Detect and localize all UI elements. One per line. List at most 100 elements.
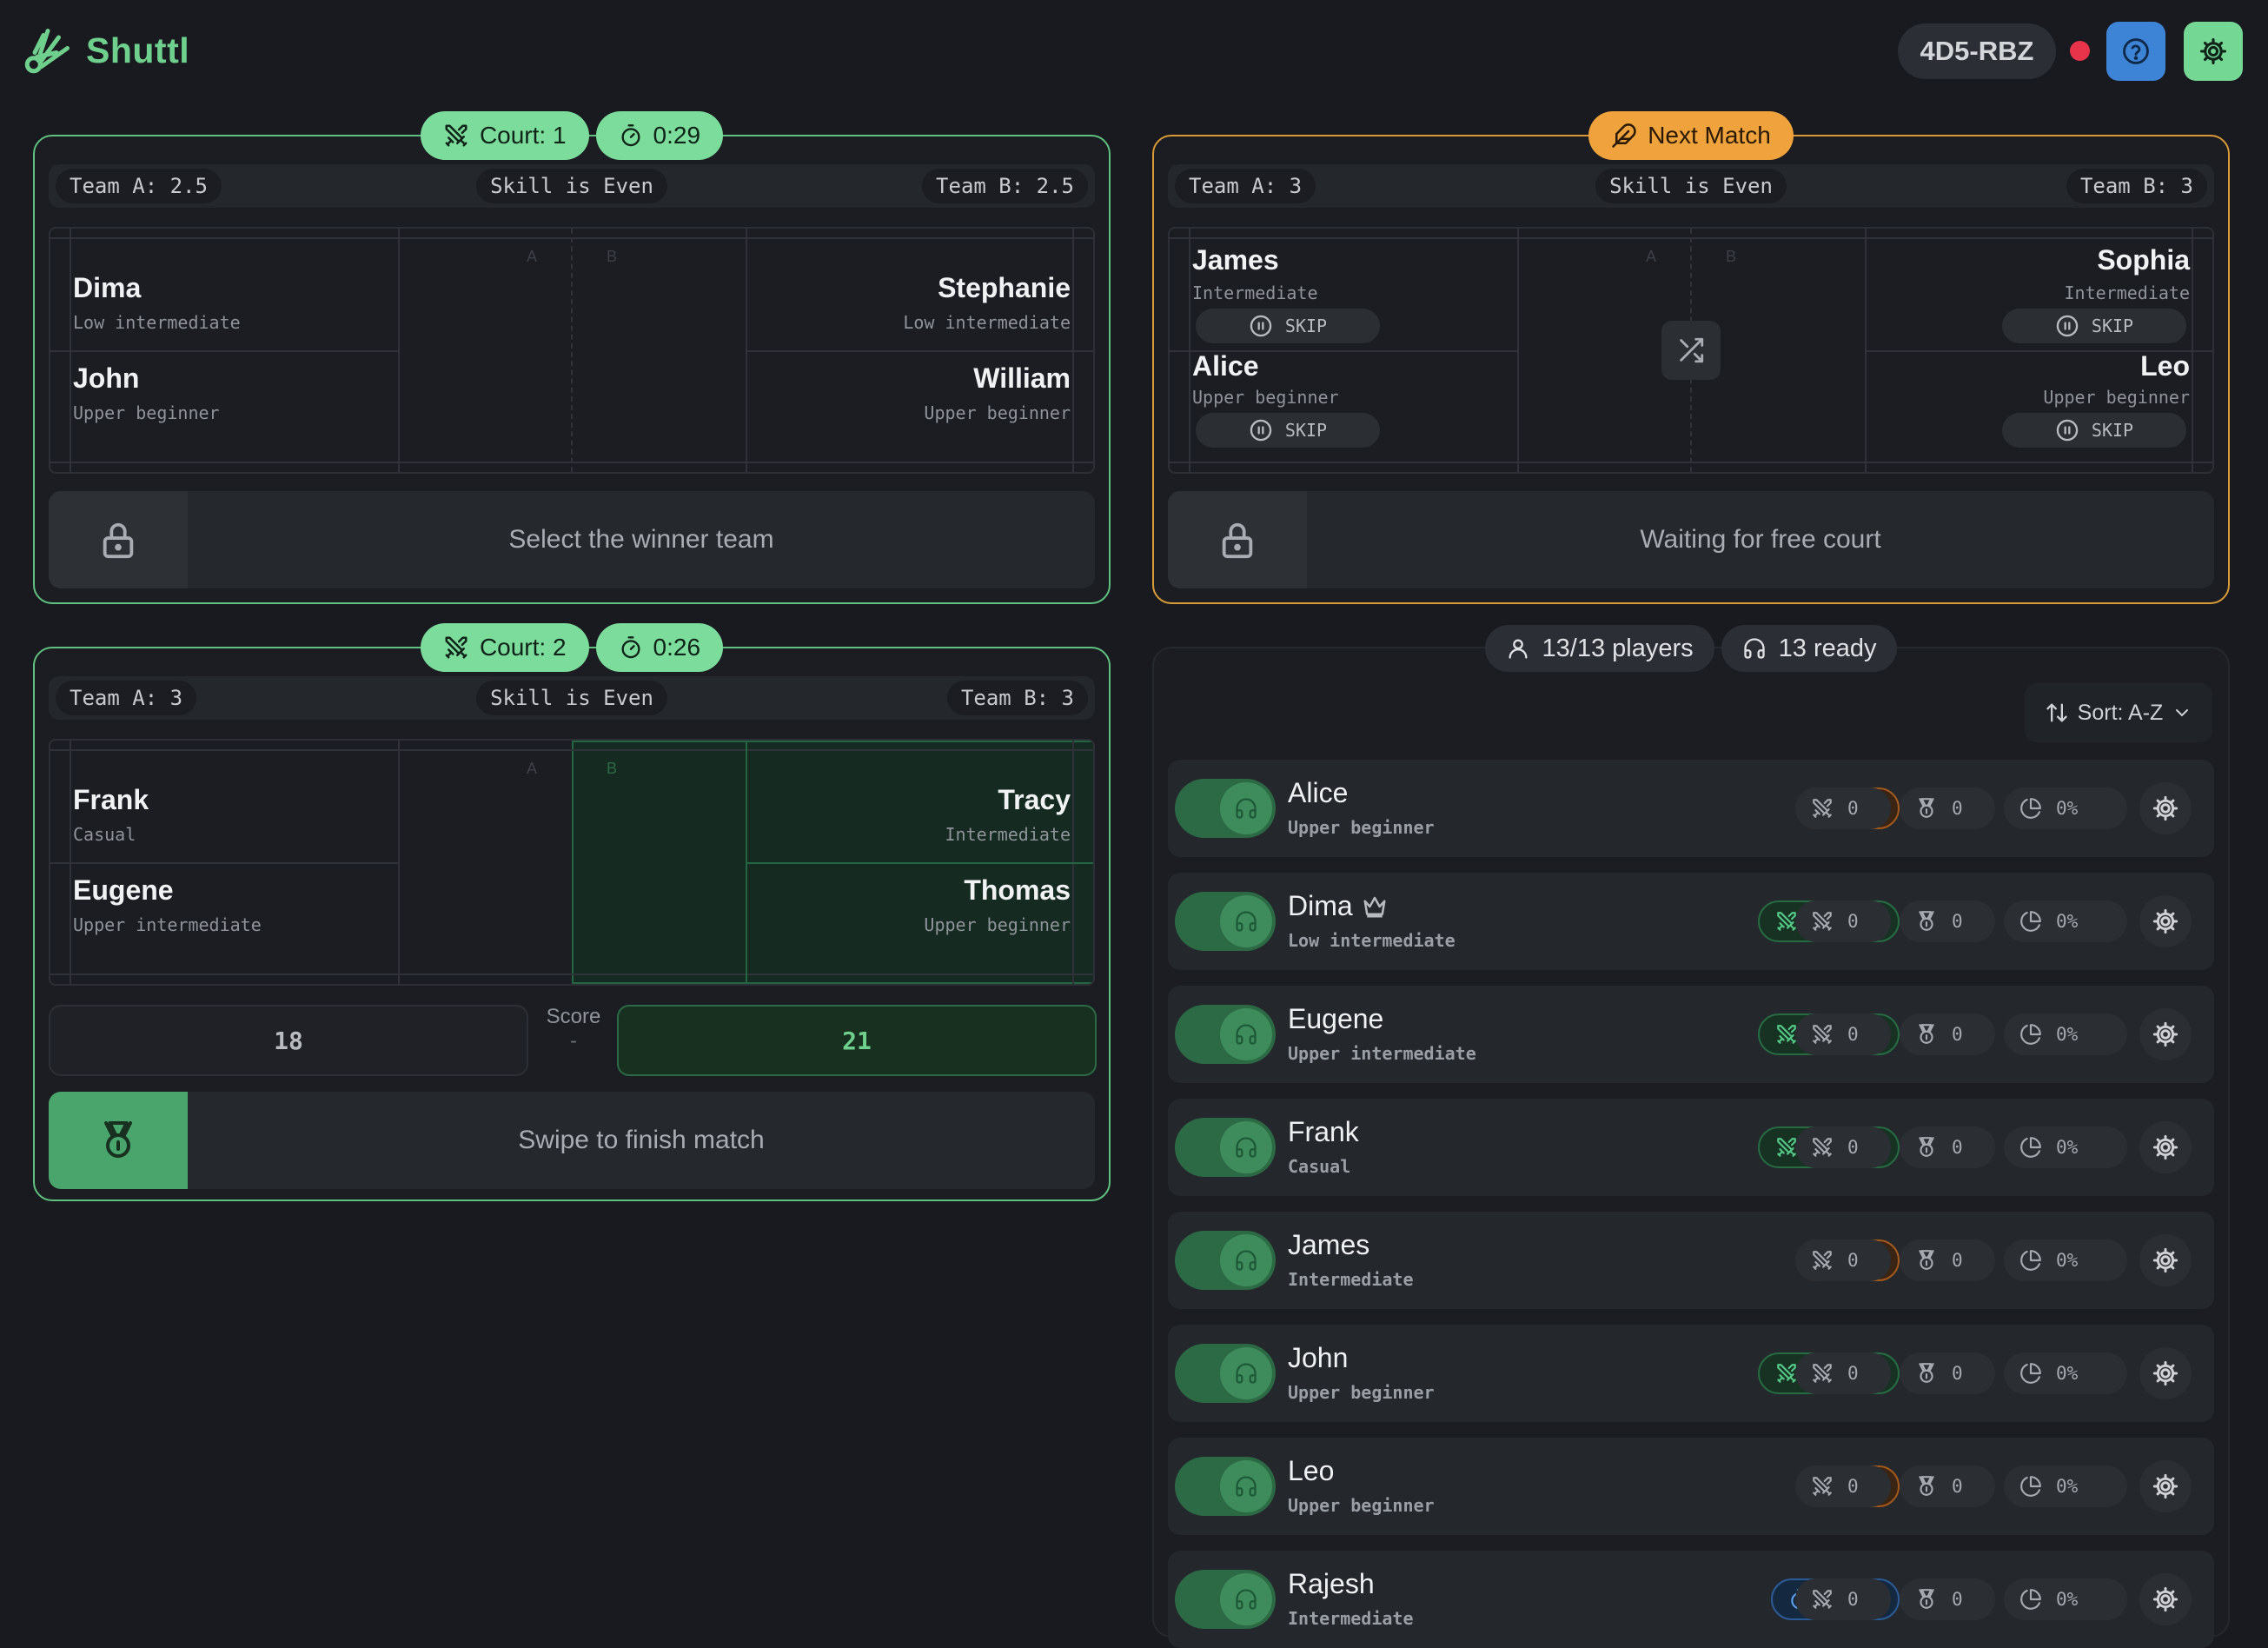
player-name: John — [1288, 1342, 1349, 1373]
pie-chart-icon — [2019, 1023, 2042, 1046]
player-name: Thomas — [964, 874, 1071, 906]
skip-button[interactable]: SKIP — [1196, 309, 1380, 343]
skip-button[interactable]: SKIP — [2002, 413, 2186, 448]
player-level: Low intermediate — [903, 312, 1071, 333]
ready-toggle[interactable] — [1175, 892, 1276, 951]
player-settings-button[interactable] — [2139, 1234, 2192, 1286]
side-a-label: A — [527, 248, 538, 265]
player-name: Dima — [1288, 890, 1353, 921]
skip-button[interactable]: SKIP — [1196, 413, 1380, 448]
toggle-knob — [1220, 1008, 1272, 1060]
action-label: Select the winner team — [508, 525, 774, 554]
win-rate-stat: 0% — [2004, 787, 2127, 829]
matches-stat: 0 — [1795, 1126, 1891, 1168]
ready-count-badge: 13 ready — [1721, 625, 1898, 672]
team-b-rating: Team B: 2.5 — [922, 169, 1088, 203]
player-name-group: Alice — [1288, 777, 1348, 809]
help-button[interactable] — [2106, 22, 2165, 81]
finish-match-bar[interactable]: Swipe to finish match — [49, 1092, 1095, 1189]
ready-toggle[interactable] — [1175, 1005, 1276, 1064]
shuffle-button[interactable] — [1661, 321, 1721, 380]
pie-chart-icon — [2019, 1588, 2042, 1611]
ready-toggle[interactable] — [1175, 1457, 1276, 1516]
player-settings-button[interactable] — [2139, 1460, 2192, 1512]
player-level: Upper beginner — [1288, 1495, 1435, 1516]
skill-balance: Skill is Even — [476, 681, 667, 715]
crossed-rackets-icon — [1811, 910, 1834, 933]
pie-chart-icon — [2019, 1136, 2042, 1159]
player-name-group: Frank — [1288, 1116, 1359, 1148]
toggle-knob — [1220, 895, 1272, 947]
player-level: Casual — [1288, 1156, 1351, 1177]
player-settings-button[interactable] — [2139, 782, 2192, 834]
action-label: Swipe to finish match — [518, 1126, 765, 1154]
crossed-rackets-icon — [1811, 1136, 1834, 1159]
app-name: Shuttl — [86, 30, 190, 70]
court-1-team-bar: Team A: 2.5 Skill is Even Team B: 2.5 — [49, 164, 1095, 208]
matches-stat: 0 — [1795, 1465, 1891, 1507]
player-name-group: Dima — [1288, 890, 1388, 922]
sort-dropdown[interactable]: Sort: A-Z — [2025, 683, 2212, 742]
player-name: Alice — [1192, 350, 1259, 382]
player-name-group: Leo — [1288, 1455, 1334, 1487]
pie-chart-icon — [2019, 910, 2042, 933]
headphones-icon — [1742, 636, 1767, 661]
wins-stat: 0 — [1900, 1239, 1995, 1281]
team-a-score-input[interactable]: 18 — [49, 1005, 528, 1076]
side-b-label: B — [1726, 248, 1737, 265]
toggle-knob — [1220, 1347, 1272, 1399]
win-rate-stat: 0% — [2004, 1352, 2127, 1394]
skip-button[interactable]: SKIP — [2002, 309, 2186, 343]
lock-slider[interactable] — [1168, 491, 1307, 588]
finish-slider-handle[interactable] — [49, 1092, 188, 1189]
player-level: Upper intermediate — [1288, 1043, 1476, 1064]
player-settings-button[interactable] — [2139, 1008, 2192, 1060]
session-code[interactable]: 4D5-RBZ — [1898, 23, 2056, 79]
matches-stat: 0 — [1795, 1013, 1891, 1055]
player-name: Stephanie — [938, 272, 1071, 303]
player-name: Rajesh — [1288, 1568, 1375, 1599]
lock-icon — [1217, 520, 1257, 560]
pause-icon — [2055, 418, 2079, 442]
player-settings-button[interactable] — [2139, 1121, 2192, 1173]
player-settings-button[interactable] — [2139, 1573, 2192, 1625]
pie-chart-icon — [2019, 797, 2042, 820]
ready-toggle[interactable] — [1175, 1231, 1276, 1290]
medal-icon — [1915, 910, 1938, 933]
ready-toggle[interactable] — [1175, 779, 1276, 838]
player-settings-button[interactable] — [2139, 1347, 2192, 1399]
select-winner-bar[interactable]: Select the winner team — [49, 491, 1095, 588]
shuffle-icon — [1676, 336, 1706, 365]
win-rate-stat: 0% — [2004, 900, 2127, 942]
chevron-down-icon — [2172, 702, 2192, 723]
player-settings-button[interactable] — [2139, 895, 2192, 947]
next-match-team-bar: Team A: 3 Skill is Even Team B: 3 — [1168, 164, 2214, 208]
ready-toggle[interactable] — [1175, 1344, 1276, 1403]
player-level: Upper beginner — [1288, 1382, 1435, 1403]
player-name: James — [1192, 244, 1279, 276]
matches-stat: 0 — [1795, 1239, 1891, 1281]
lock-slider[interactable] — [49, 491, 188, 588]
team-b-score-input[interactable]: 21 — [617, 1005, 1097, 1076]
court-2-team-bar: Team A: 3 Skill is Even Team B: 3 — [49, 676, 1095, 720]
player-row: John Upper beginner in match 0 0 0% — [1168, 1325, 2214, 1422]
feather-icon — [1611, 123, 1637, 149]
player-row: Frank Casual in match 0 0 0% — [1168, 1099, 2214, 1196]
court-2-card: Court: 2 0:26 Team A: 3 Skill is Even Te… — [33, 623, 1111, 1201]
medal-icon — [1915, 1249, 1938, 1272]
user-icon — [1506, 636, 1530, 661]
settings-button[interactable] — [2184, 22, 2243, 81]
score-separator: - — [570, 1029, 577, 1053]
player-level: Intermediate — [1288, 1608, 1414, 1629]
ready-toggle[interactable] — [1175, 1118, 1276, 1177]
player-level: Upper beginner — [1288, 817, 1435, 838]
side-b-label: B — [607, 248, 618, 265]
waiting-bar[interactable]: Waiting for free court — [1168, 491, 2214, 588]
win-rate-stat: 0% — [2004, 1013, 2127, 1055]
top-bar: Shuttl 4D5-RBZ — [0, 0, 2268, 101]
crossed-rackets-icon — [1811, 1475, 1834, 1498]
team-a-rating: Team A: 2.5 — [56, 169, 222, 203]
ready-toggle[interactable] — [1175, 1570, 1276, 1629]
court-2-diagram: A B Frank Casual Eugene Upper intermedia… — [49, 739, 1095, 986]
gear-icon — [2152, 1585, 2179, 1613]
